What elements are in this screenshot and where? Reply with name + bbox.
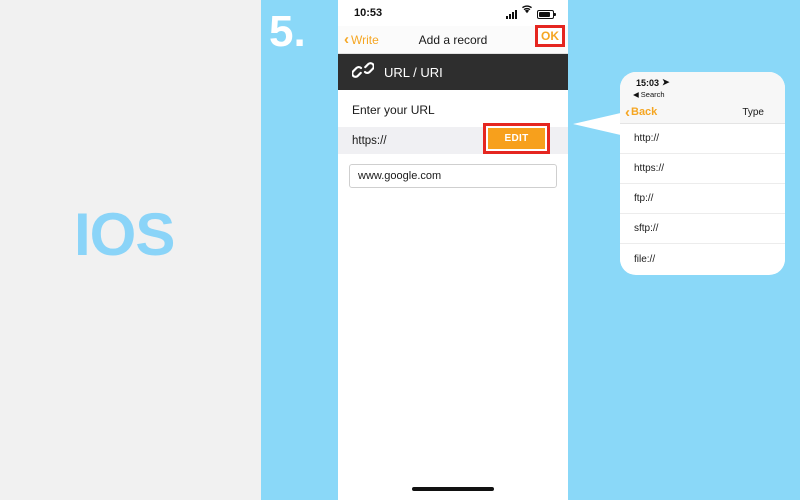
- popup-back-label: Back: [631, 106, 658, 118]
- list-item[interactable]: https://: [620, 154, 785, 184]
- back-button[interactable]: ‹ Write: [344, 32, 379, 47]
- platform-label: IOS: [74, 201, 175, 268]
- scheme-list: http:// https:// ftp:// sftp:// file://: [620, 124, 785, 274]
- list-item[interactable]: http://: [620, 124, 785, 154]
- list-item[interactable]: ftp://: [620, 184, 785, 214]
- popup-back-to-app[interactable]: ◀ Search: [620, 90, 785, 101]
- popup-back-button[interactable]: ‹ Back: [625, 105, 657, 120]
- popup-navigation-bar: ‹ Back Type: [620, 101, 785, 124]
- battery-icon: [537, 9, 556, 19]
- url-field-label: Enter your URL: [352, 103, 435, 117]
- home-indicator[interactable]: [412, 487, 494, 491]
- step-number: 5.: [269, 7, 306, 56]
- popup-clock: 15:03: [636, 77, 660, 88]
- ok-button-label: OK: [541, 29, 559, 43]
- location-arrow-icon: ➤: [662, 77, 670, 87]
- phone-screen: 10:53 ‹ Write Add a record OK URL / URI …: [338, 0, 568, 500]
- popup-status-bar: 15:03 ➤: [620, 72, 785, 90]
- navigation-bar: ‹ Write Add a record OK: [338, 25, 568, 54]
- chevron-left-icon: ‹: [344, 31, 349, 48]
- scheme-value: https://: [352, 134, 387, 147]
- back-to-app-label: Search: [640, 90, 665, 99]
- scheme-row: https:// EDIT: [338, 123, 568, 154]
- url-input[interactable]: www.google.com: [349, 164, 557, 188]
- back-button-label: Write: [351, 32, 379, 47]
- edit-button[interactable]: EDIT: [488, 128, 545, 149]
- status-icons: [506, 4, 556, 19]
- status-bar: 10:53: [338, 0, 568, 26]
- chevron-left-icon: ‹: [625, 103, 630, 121]
- type-selection-popup: 15:03 ➤ ◀ Search ‹ Back Type http:// htt…: [620, 72, 785, 275]
- record-type-label: URL / URI: [384, 64, 443, 80]
- ok-button-highlight[interactable]: OK: [535, 25, 565, 47]
- wifi-icon: [521, 1, 533, 19]
- popup-title: Type: [742, 106, 764, 118]
- record-type-header: URL / URI: [338, 54, 568, 90]
- url-input-container: www.google.com: [338, 154, 568, 188]
- link-chain-icon: [351, 61, 375, 84]
- list-item[interactable]: file://: [620, 244, 785, 274]
- callout-tail: [573, 112, 625, 136]
- list-item[interactable]: sftp://: [620, 214, 785, 244]
- back-arrow-icon: ◀: [633, 90, 639, 99]
- status-clock: 10:53: [354, 7, 383, 19]
- edit-button-highlight[interactable]: EDIT: [483, 123, 550, 154]
- signal-bars-icon: [506, 9, 517, 19]
